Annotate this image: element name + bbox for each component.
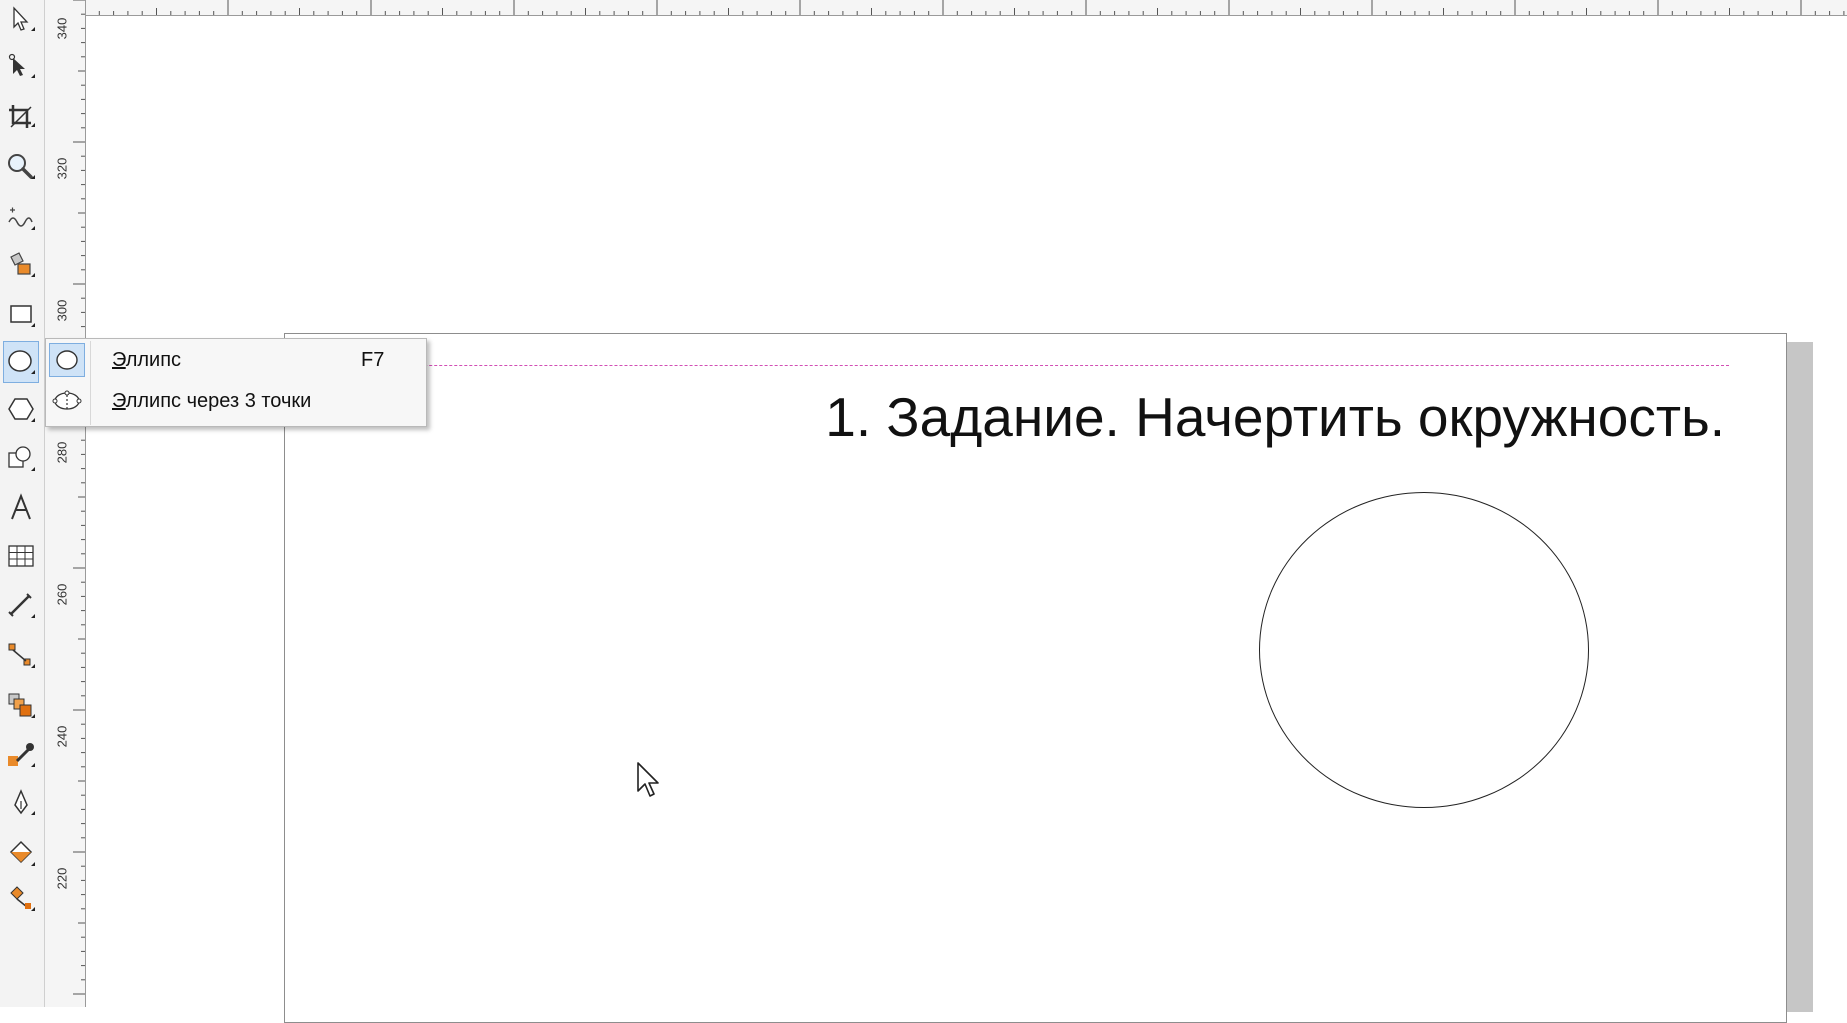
rectangle-tool-icon xyxy=(10,305,35,327)
ellipse-tool[interactable] xyxy=(3,341,39,383)
dimension-tool[interactable] xyxy=(3,585,39,627)
pick-tool-icon xyxy=(13,6,35,31)
polygon-tool-icon xyxy=(8,398,35,422)
ruler-label: 260 xyxy=(54,583,70,605)
zoom-tool-icon xyxy=(8,154,35,179)
dimension-tool-icon xyxy=(8,593,35,618)
connector-tool-icon xyxy=(8,643,35,668)
interactive-fill-tool-icon xyxy=(10,886,35,911)
basic-shapes-tool-icon xyxy=(8,446,35,471)
mouse-cursor-icon xyxy=(637,762,659,797)
ruler-label: 320 xyxy=(54,157,70,179)
ellipse-tool-icon xyxy=(8,350,35,374)
shape-tool-icon xyxy=(8,53,35,78)
menu-item-shortcut: F7 xyxy=(361,348,385,371)
menu-item-three-point-ellipse[interactable]: Эллипс через 3 точки xyxy=(46,381,426,421)
freehand-tool-icon xyxy=(8,207,35,230)
text-tool-icon xyxy=(11,493,31,520)
ruler-label: 240 xyxy=(54,725,70,747)
horizontal-ruler-ticks xyxy=(84,0,1845,15)
ruler-label: 300 xyxy=(54,299,70,321)
freehand-tool[interactable] xyxy=(3,197,39,239)
polygon-tool[interactable] xyxy=(3,389,39,431)
drawn-circle[interactable] xyxy=(1259,492,1589,808)
basic-shapes-tool[interactable] xyxy=(3,438,39,480)
crop-tool[interactable] xyxy=(3,96,39,138)
text-tool[interactable] xyxy=(3,487,39,529)
menu-item-label: Эллипс через 3 точки xyxy=(112,389,312,412)
shape-tool[interactable] xyxy=(3,47,39,89)
fill-tool-icon xyxy=(9,840,35,866)
crop-tool-icon xyxy=(9,105,35,128)
ruler-label: 340 xyxy=(54,17,70,39)
fill-tool[interactable] xyxy=(3,833,39,875)
toolbox xyxy=(0,0,45,1007)
zoom-tool[interactable] xyxy=(3,146,39,188)
ellipse-flyout-menu: Эллипс F7 Эллипс через 3 точки xyxy=(45,338,427,427)
eyedropper-tool-icon xyxy=(8,743,35,767)
canvas-title-text[interactable]: 1. Задание. Начертить окружность. xyxy=(735,390,1725,445)
smart-fill-tool[interactable] xyxy=(3,244,39,286)
table-tool-icon xyxy=(8,545,34,567)
interactive-fill-tool[interactable] xyxy=(3,878,39,920)
ellipse-icon xyxy=(49,343,85,377)
blend-tool-icon xyxy=(8,693,35,718)
pick-tool[interactable] xyxy=(3,0,39,42)
smart-fill-tool-icon xyxy=(10,252,35,277)
blend-tool[interactable] xyxy=(3,685,39,727)
table-tool[interactable] xyxy=(3,535,39,577)
ruler-label: 220 xyxy=(54,867,70,889)
three-point-ellipse-icon xyxy=(49,384,85,418)
connector-tool[interactable] xyxy=(3,635,39,677)
outline-pen-tool-icon xyxy=(14,789,35,815)
menu-item-label: Эллипс xyxy=(112,348,182,371)
menu-item-ellipse[interactable]: Эллипс F7 xyxy=(46,340,426,380)
rectangle-tool[interactable] xyxy=(3,294,39,336)
horizontal-ruler xyxy=(84,0,1847,16)
ruler-label: 280 xyxy=(54,441,70,463)
guideline[interactable] xyxy=(284,365,1729,366)
eyedropper-tool[interactable] xyxy=(3,734,39,776)
outline-pen-tool[interactable] xyxy=(3,782,39,824)
